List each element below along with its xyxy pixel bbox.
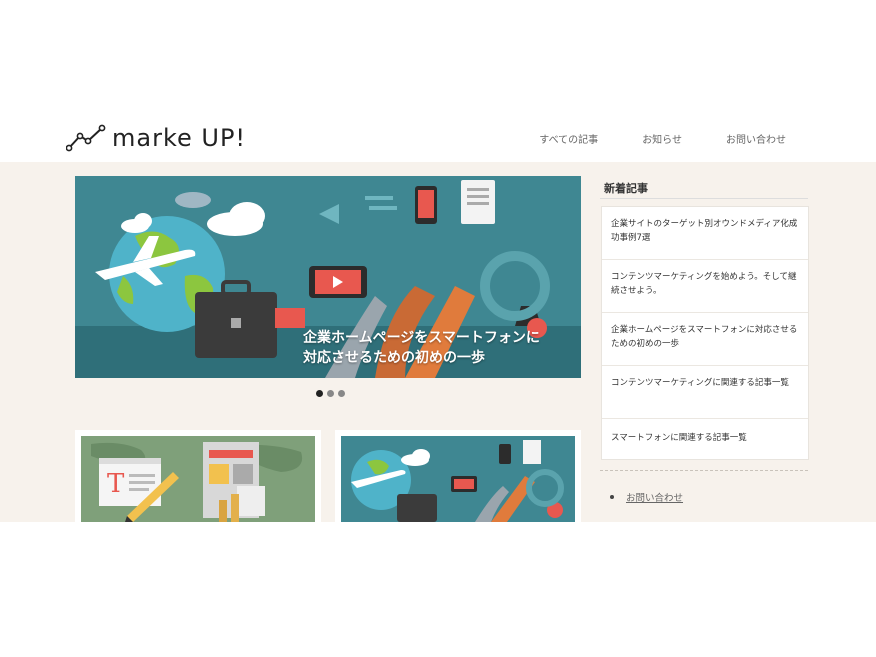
logo-chart-icon [66, 124, 106, 152]
recent-article-item[interactable]: コンテンツマーケティングを始めよう。そして継続させよう。 [602, 260, 808, 313]
card-thumbnail [341, 436, 575, 522]
recent-article-item[interactable]: 企業サイトのターゲット別オウンドメディア化成功事例7選 [602, 207, 808, 260]
nav-all-articles[interactable]: すべての記事 [539, 131, 598, 146]
slider-dots [316, 390, 349, 397]
nav-contact[interactable]: お問い合わせ [726, 131, 786, 146]
nav-news[interactable]: お知らせ [642, 131, 682, 146]
slide-caption[interactable]: 企業ホームページをスマートフォンに 対応させるための初めの一歩 [303, 328, 573, 368]
featured-slider[interactable]: 企業ホームページをスマートフォンに 対応させるための初めの一歩 [75, 176, 581, 378]
slider-dot-1[interactable] [316, 390, 323, 397]
article-card[interactable] [335, 430, 581, 522]
sidebar-divider [600, 198, 808, 199]
card-thumbnail: T [81, 436, 315, 522]
logo-text: marke UP! [112, 124, 247, 152]
slide-caption-line2: 対応させるための初めの一歩 [303, 350, 485, 366]
recent-article-item[interactable]: 企業ホームページをスマートフォンに対応させるための初めの一歩 [602, 313, 808, 366]
sidebar-title: 新着記事 [604, 182, 648, 195]
site-logo[interactable]: marke UP! [66, 124, 246, 152]
article-card[interactable]: T [75, 430, 321, 522]
sidebar-contact: お問い合わせ [610, 490, 683, 504]
briefcase-icon [195, 280, 277, 358]
page: marke UP! すべての記事 お知らせ お問い合わせ 企業ホームページをスマ… [0, 0, 876, 657]
site-header: marke UP! すべての記事 お知らせ お問い合わせ [0, 110, 876, 162]
slide-caption-line1: 企業ホームページをスマートフォンに [303, 330, 540, 346]
recent-article-item[interactable]: スマートフォンに関連する記事一覧 [602, 419, 808, 459]
sidebar-dashed-divider [600, 470, 808, 471]
slider-dot-2[interactable] [327, 390, 334, 397]
main-nav: すべての記事 お知らせ お問い合わせ [495, 131, 786, 146]
slider-dot-3[interactable] [338, 390, 345, 397]
recent-article-item[interactable]: コンテンツマーケティングに関連する記事一覧 [602, 366, 808, 419]
sidebar-contact-link[interactable]: お問い合わせ [626, 490, 683, 504]
main-content: 企業ホームページをスマートフォンに 対応させるための初めの一歩 T 新着記事 企… [0, 162, 876, 522]
svg-text:T: T [107, 469, 125, 499]
bullet-icon [610, 495, 614, 499]
recent-articles-list: 企業サイトのターゲット別オウンドメディア化成功事例7選 コンテンツマーケティング… [601, 206, 809, 460]
